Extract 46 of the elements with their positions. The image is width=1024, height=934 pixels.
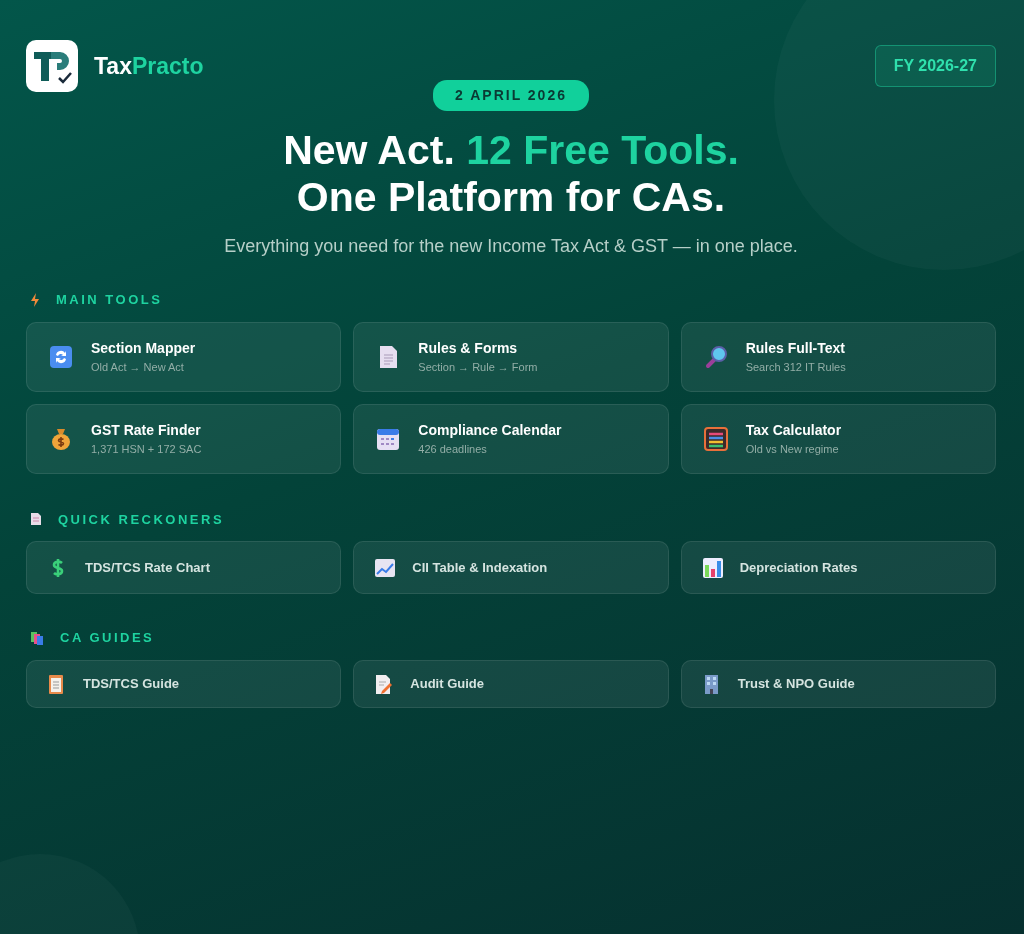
- tool-card[interactable]: Section Mapper Old Act → New Act: [26, 321, 342, 392]
- tool-title: Tax Calculator: [745, 420, 842, 440]
- reckoner-title: TDS/TCS Rate Chart: [85, 558, 210, 577]
- tool-card[interactable]: Rules Full-Text Search 312 IT Rules: [680, 321, 996, 392]
- fiscal-year-badge: FY 2026-27: [874, 45, 996, 87]
- brand-name: TaxPracto: [94, 51, 204, 81]
- tool-card[interactable]: GST Rate Finder 1,371 HSN + 172 SAC: [26, 403, 342, 474]
- reckoner-card[interactable]: Depreciation Rates: [680, 541, 996, 594]
- logo-icon: [26, 40, 78, 92]
- tool-description: Search 312 IT Rules: [745, 359, 846, 375]
- line-chart-icon: [374, 556, 397, 579]
- document-icon: [30, 512, 42, 527]
- guide-title: TDS/TCS Guide: [83, 674, 180, 693]
- section-heading: MAIN TOOLS: [56, 291, 163, 309]
- tool-description: Old Act → New Act: [91, 359, 185, 375]
- section-heading: QUICK RECKONERS: [58, 510, 225, 529]
- reckoner-title: CII Table & Indexation: [412, 558, 548, 577]
- guide-card[interactable]: Audit Guide: [353, 659, 669, 708]
- guide-card[interactable]: TDS/TCS Guide: [26, 659, 342, 708]
- tool-description: 426 deadlines: [418, 441, 488, 457]
- tool-description: Section → Rule → Form: [418, 359, 538, 375]
- bar-chart-icon: [701, 556, 724, 579]
- tool-title: Rules & Forms: [418, 338, 519, 358]
- tool-title: Compliance Calendar: [418, 420, 562, 440]
- headline: One Platform for CAs.: [295, 174, 727, 221]
- headline: New Act. 12 Free Tools.: [282, 127, 740, 174]
- reckoner-card[interactable]: CII Table & Indexation: [353, 541, 669, 594]
- tool-card[interactable]: Rules & Forms Section → Rule → Form: [353, 321, 669, 392]
- abacus-icon: [701, 424, 730, 453]
- tool-title: GST Rate Finder: [91, 420, 202, 440]
- section-heading: CA GUIDES: [60, 629, 155, 647]
- reckoner-title: Depreciation Rates: [739, 558, 858, 577]
- guide-title: Trust & NPO Guide: [737, 674, 855, 693]
- tool-card[interactable]: Compliance Calendar 426 deadlines: [353, 403, 669, 474]
- tool-description: Old vs New regime: [745, 441, 840, 457]
- guide-title: Audit Guide: [410, 674, 484, 693]
- tool-description: 1,371 HSN + 172 SAC: [91, 441, 202, 457]
- subtitle: Everything you need for the new Income Tax Act & GST — in one place.: [223, 235, 799, 258]
- tool-title: Section Mapper: [91, 338, 196, 358]
- tool-title: Rules Full-Text: [745, 338, 846, 358]
- guide-card[interactable]: Trust & NPO Guide: [680, 659, 996, 708]
- date-badge: 2 APRIL 2026: [433, 80, 589, 111]
- reckoner-card[interactable]: TDS/TCS Rate Chart: [26, 541, 342, 594]
- books-icon: [30, 630, 44, 645]
- tool-card[interactable]: Tax Calculator Old vs New regime: [680, 403, 996, 474]
- lightning-icon: [30, 292, 40, 307]
